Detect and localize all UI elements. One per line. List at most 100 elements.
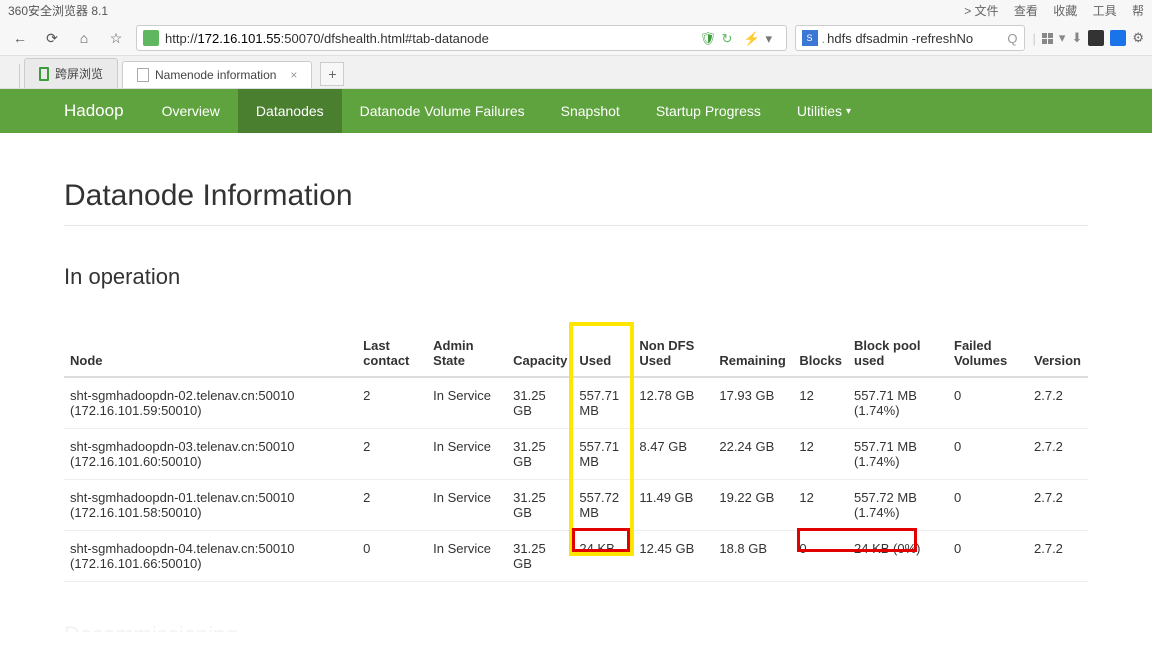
nav-label: Snapshot xyxy=(561,103,620,119)
apps-icon[interactable] xyxy=(1042,33,1053,44)
cell-block-pool: 557.71 MB (1.74%) xyxy=(848,377,948,429)
nav-datanodes[interactable]: Datanodes xyxy=(238,89,342,133)
nav-label: Datanode Volume Failures xyxy=(360,103,525,119)
section-in-operation: In operation xyxy=(64,264,1088,290)
cell-failed: 0 xyxy=(948,377,1028,429)
search-bar[interactable]: S . hdfs dfsadmin -refreshNo Q xyxy=(795,25,1025,51)
browser-chrome: 360安全浏览器 8.1 > 文件 查看 收藏 工具 帮 ← ⟳ ⌂ ☆ htt… xyxy=(0,0,1152,89)
new-tab-button[interactable]: + xyxy=(320,62,344,86)
reload-button[interactable]: ⟳ xyxy=(40,26,64,50)
col-admin-state[interactable]: Admin State xyxy=(427,330,507,377)
document-icon xyxy=(137,68,149,82)
cell-remaining: 19.22 GB xyxy=(713,480,793,531)
search-separator: . xyxy=(822,31,826,46)
table-header-row: Node Last contact Admin State Capacity U… xyxy=(64,330,1088,377)
address-bar[interactable]: http://172.16.101.55:50070/dfshealth.htm… xyxy=(136,25,787,51)
url-host: 172.16.101.55 xyxy=(198,31,281,46)
hadoop-navbar: Hadoop Overview Datanodes Datanode Volum… xyxy=(0,89,1152,133)
cell-blocks: 12 xyxy=(793,480,848,531)
col-node[interactable]: Node xyxy=(64,330,357,377)
cell-block-pool: 557.71 MB (1.74%) xyxy=(848,429,948,480)
back-button[interactable]: ← xyxy=(8,26,32,50)
ext-icon-2[interactable] xyxy=(1110,30,1126,46)
security-shield-icon[interactable]: 🛡 xyxy=(700,31,714,45)
cell-version: 2.7.2 xyxy=(1028,531,1088,582)
url-text: http://172.16.101.55:50070/dfshealth.htm… xyxy=(165,31,694,46)
cell-non-dfs: 11.49 GB xyxy=(633,480,713,531)
cell-capacity: 31.25 GB xyxy=(507,377,573,429)
chevron-down-icon[interactable]: ▾ xyxy=(1059,30,1066,46)
menu-fav[interactable]: 收藏 xyxy=(1053,4,1077,18)
sync-icon[interactable]: ↻ xyxy=(722,31,736,45)
col-capacity[interactable]: Capacity xyxy=(507,330,573,377)
table-row: sht-sgmhadoopdn-02.telenav.cn:50010(172.… xyxy=(64,377,1088,429)
cell-block-pool: 24 KB (0%) xyxy=(848,531,948,582)
menu-tools[interactable]: 工具 xyxy=(1093,4,1117,18)
cell-used: 557.72 MB xyxy=(573,480,633,531)
table-row: sht-sgmhadoopdn-01.telenav.cn:50010(172.… xyxy=(64,480,1088,531)
star-button[interactable]: ☆ xyxy=(104,26,128,50)
cell-used: 24 KB xyxy=(573,531,633,582)
cell-last-contact: 2 xyxy=(357,429,427,480)
col-remaining[interactable]: Remaining xyxy=(713,330,793,377)
col-version[interactable]: Version xyxy=(1028,330,1088,377)
col-used[interactable]: Used xyxy=(573,330,633,377)
mobile-icon xyxy=(39,67,49,81)
cell-last-contact: 0 xyxy=(357,531,427,582)
col-failed-volumes[interactable]: Failed Volumes xyxy=(948,330,1028,377)
brand[interactable]: Hadoop xyxy=(64,101,144,121)
cell-remaining: 22.24 GB xyxy=(713,429,793,480)
sep: | xyxy=(1033,31,1036,46)
tab-namenode-info[interactable]: Namenode information × xyxy=(122,61,312,88)
nav-startup-progress[interactable]: Startup Progress xyxy=(638,89,779,133)
cell-failed: 0 xyxy=(948,429,1028,480)
cell-blocks: 0 xyxy=(793,531,848,582)
nav-volume-failures[interactable]: Datanode Volume Failures xyxy=(342,89,543,133)
tab-label-0: 跨屏浏览 xyxy=(55,65,103,82)
bolt-icon[interactable]: ⚡ xyxy=(744,31,758,45)
col-blocks[interactable]: Blocks xyxy=(793,330,848,377)
datanode-table: Node Last contact Admin State Capacity U… xyxy=(64,330,1088,582)
download-icon[interactable]: ⬇ xyxy=(1071,30,1082,46)
gear-icon[interactable]: ⚙ xyxy=(1132,30,1144,46)
nav-overview[interactable]: Overview xyxy=(144,89,238,133)
cell-admin-state: In Service xyxy=(427,480,507,531)
shield-icon xyxy=(143,30,159,46)
nav-utilities[interactable]: Utilities▾ xyxy=(779,89,869,133)
menu-file[interactable]: > 文件 xyxy=(964,4,998,18)
ext-icon-1[interactable] xyxy=(1088,30,1104,46)
home-button[interactable]: ⌂ xyxy=(72,26,96,50)
cell-failed: 0 xyxy=(948,480,1028,531)
cell-remaining: 17.93 GB xyxy=(713,377,793,429)
toolbar-icons: | ▾ ⬇ ⚙ xyxy=(1033,30,1144,46)
cell-blocks: 12 xyxy=(793,429,848,480)
menu-help[interactable]: 帮 xyxy=(1132,4,1144,18)
url-path: :50070/dfshealth.html#tab-datanode xyxy=(281,31,489,46)
cell-node: sht-sgmhadoopdn-02.telenav.cn:50010(172.… xyxy=(64,377,357,429)
menu-view[interactable]: 查看 xyxy=(1014,4,1038,18)
cell-node: sht-sgmhadoopdn-01.telenav.cn:50010(172.… xyxy=(64,480,357,531)
tab-crossscreen[interactable]: 跨屏浏览 xyxy=(24,58,118,88)
page-content: Datanode Information In operation Node L… xyxy=(64,179,1088,672)
nav-label: Utilities xyxy=(797,103,842,119)
cell-capacity: 31.25 GB xyxy=(507,429,573,480)
magnifier-icon[interactable]: Q xyxy=(1007,31,1017,46)
cell-capacity: 31.25 GB xyxy=(507,480,573,531)
search-engine-icon[interactable]: S xyxy=(802,30,818,46)
nav-label: Datanodes xyxy=(256,103,324,119)
col-last-contact[interactable]: Last contact xyxy=(357,330,427,377)
page-title: Datanode Information xyxy=(64,179,1088,226)
cell-version: 2.7.2 xyxy=(1028,377,1088,429)
cell-node: sht-sgmhadoopdn-03.telenav.cn:50010(172.… xyxy=(64,429,357,480)
close-icon[interactable]: × xyxy=(290,68,297,82)
col-non-dfs[interactable]: Non DFS Used xyxy=(633,330,713,377)
cell-blocks: 12 xyxy=(793,377,848,429)
url-protocol: http:// xyxy=(165,31,198,46)
search-value: hdfs dfsadmin -refreshNo xyxy=(827,31,1003,46)
col-block-pool[interactable]: Block pool used xyxy=(848,330,948,377)
dropdown-icon[interactable]: ▾ xyxy=(766,31,780,45)
browser-title: 360安全浏览器 8.1 xyxy=(8,2,108,19)
table-wrapper: Node Last contact Admin State Capacity U… xyxy=(64,330,1088,582)
cell-last-contact: 2 xyxy=(357,377,427,429)
nav-snapshot[interactable]: Snapshot xyxy=(543,89,638,133)
